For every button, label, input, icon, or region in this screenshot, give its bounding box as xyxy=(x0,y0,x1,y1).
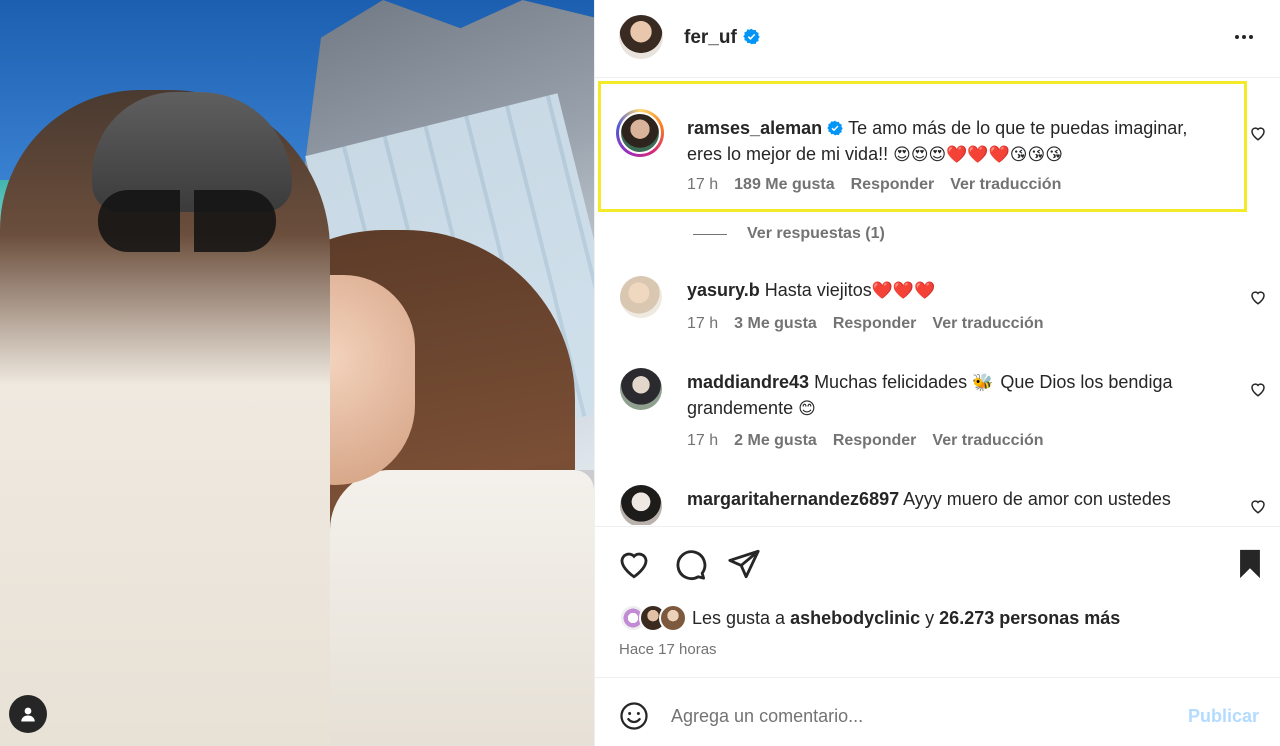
commenter-avatar[interactable] xyxy=(620,485,662,525)
reply-button[interactable]: Responder xyxy=(833,432,917,450)
liked-by-user[interactable]: ashebodyclinic xyxy=(790,608,920,629)
reply-button[interactable]: Responder xyxy=(833,315,917,333)
emoji-picker-icon[interactable] xyxy=(619,701,649,731)
liker-avatars xyxy=(619,604,689,632)
comment-text: Ayyy muero de amor con ustedes xyxy=(903,489,1171,509)
post-header: fer_uf xyxy=(595,0,1280,78)
commenter-avatar-story-ring[interactable] xyxy=(616,109,664,157)
post-timestamp[interactable]: Hace 17 horas xyxy=(619,641,717,658)
comments-list[interactable]: ramses_aleman Te amo más de lo que te pue… xyxy=(595,79,1280,525)
comment-emojis: 😍😍😍❤️❤️❤️😘😘😘 xyxy=(893,145,1063,164)
like-comment-heart-icon[interactable] xyxy=(1249,288,1267,306)
likes-summary[interactable]: Les gusta a ashebodyclinic y 26.273 pers… xyxy=(619,604,1120,632)
author-avatar[interactable] xyxy=(619,15,663,59)
comment-username[interactable]: maddiandre43 xyxy=(687,372,809,392)
comment-text: Hasta viejitos xyxy=(764,280,872,300)
comment-body: ramses_aleman Te amo más de lo que te pue… xyxy=(687,115,1227,167)
comment-age: 17 h xyxy=(687,432,719,449)
comment-age: 17 h xyxy=(687,315,719,332)
like-comment-heart-icon[interactable] xyxy=(1249,380,1267,398)
like-heart-icon[interactable] xyxy=(617,547,651,581)
commenter-avatar xyxy=(619,112,661,154)
like-comment-heart-icon[interactable] xyxy=(1249,124,1267,142)
see-translation-button[interactable]: Ver traducción xyxy=(932,315,1043,333)
comment-emojis: ❤️❤️❤️ xyxy=(871,281,936,300)
comment-username[interactable]: ramses_aleman xyxy=(687,118,822,138)
woman-shirt xyxy=(330,470,594,746)
comment-meta: 17 h 189 Me gusta Responder Ver traducci… xyxy=(687,176,1061,194)
comment-emoji-inline: 🐝 xyxy=(972,373,994,392)
man-sunglasses xyxy=(98,190,276,252)
user-icon xyxy=(21,707,35,722)
more-options-button[interactable] xyxy=(1229,25,1259,49)
comment-username[interactable]: yasury.b xyxy=(687,280,760,300)
post-photo[interactable] xyxy=(0,0,594,746)
comment-item: yasury.b Hasta viejitos❤️❤️❤️ 17 h 3 Me … xyxy=(595,269,1280,349)
publish-button[interactable]: Publicar xyxy=(1188,706,1259,727)
comment-input[interactable] xyxy=(671,698,1171,734)
replies-divider xyxy=(693,233,727,235)
more-horizontal-icon xyxy=(1235,35,1239,39)
comment-meta: 17 h 2 Me gusta Responder Ver traducción xyxy=(687,432,1044,450)
comment-body: maddiandre43 Muchas felicidades 🐝 Que Di… xyxy=(687,369,1227,421)
comment-likes[interactable]: 2 Me gusta xyxy=(734,432,817,450)
share-send-icon[interactable] xyxy=(727,547,761,581)
commenter-avatar[interactable] xyxy=(620,368,662,410)
comment-likes[interactable]: 189 Me gusta xyxy=(734,176,834,194)
post-detail-panel: fer_uf ramses_aleman Te amo más de lo que… xyxy=(594,0,1280,746)
comment-composer: Publicar xyxy=(595,677,1280,746)
see-translation-button[interactable]: Ver traducción xyxy=(932,432,1043,450)
comment-item: margaritahernandez6897 Ayyy muero de amo… xyxy=(595,478,1280,525)
verified-badge-icon xyxy=(743,28,760,45)
comment-item: ramses_aleman Te amo más de lo que te pue… xyxy=(595,79,1280,219)
verified-badge-icon xyxy=(827,120,843,136)
comment-emojis: 😊 xyxy=(798,399,816,418)
author-username[interactable]: fer_uf xyxy=(684,27,760,49)
view-replies-button[interactable]: Ver respuestas (1) xyxy=(693,225,885,243)
liker-avatar xyxy=(659,604,687,632)
more-dot xyxy=(1242,35,1246,39)
like-comment-heart-icon[interactable] xyxy=(1249,497,1267,515)
author-username-text[interactable]: fer_uf xyxy=(684,27,737,48)
commenter-avatar[interactable] xyxy=(620,276,662,318)
see-translation-button[interactable]: Ver traducción xyxy=(950,176,1061,194)
comment-username[interactable]: margaritahernandez6897 xyxy=(687,489,899,509)
likes-prefix: Les gusta a xyxy=(692,607,786,628)
likes-joiner: y xyxy=(925,607,935,628)
comment-body: yasury.b Hasta viejitos❤️❤️❤️ xyxy=(687,277,1227,303)
tagged-users-button[interactable] xyxy=(9,695,47,733)
more-dot xyxy=(1249,35,1253,39)
saved-bookmark-icon[interactable] xyxy=(1233,547,1267,581)
comment-bubble-icon[interactable] xyxy=(673,547,707,581)
post-actions: Les gusta a ashebodyclinic y 26.273 pers… xyxy=(595,526,1280,746)
comment-text: Muchas felicidades xyxy=(814,372,968,392)
view-replies-label: Ver respuestas (1) xyxy=(747,225,885,242)
likes-others-count[interactable]: 26.273 personas más xyxy=(939,608,1120,629)
comment-item: maddiandre43 Muchas felicidades 🐝 Que Di… xyxy=(595,361,1280,461)
comment-body: margaritahernandez6897 Ayyy muero de amo… xyxy=(687,486,1227,512)
comment-age: 17 h xyxy=(687,176,719,193)
comment-meta: 17 h 3 Me gusta Responder Ver traducción xyxy=(687,315,1044,333)
comment-likes[interactable]: 3 Me gusta xyxy=(734,315,817,333)
reply-button[interactable]: Responder xyxy=(851,176,935,194)
